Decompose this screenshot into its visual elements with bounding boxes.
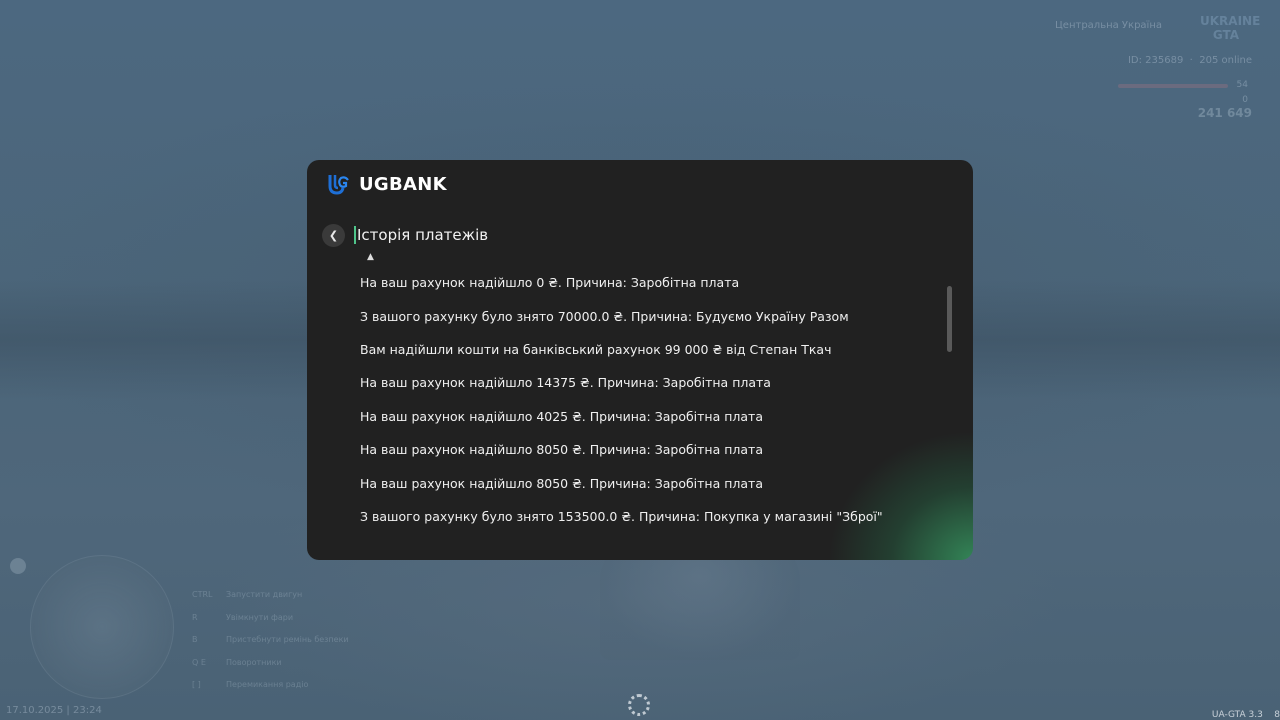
version-text: UA-GTA 3.3 bbox=[1211, 710, 1263, 720]
server-logo: UKRAINE GTA bbox=[1200, 14, 1261, 42]
scrollbar[interactable] bbox=[947, 286, 952, 354]
bank-modal: UGBANK ❮ Історія платежів ▲ На ваш рахун… bbox=[307, 160, 973, 560]
gps-icon bbox=[10, 558, 26, 574]
hint-key: CTRL bbox=[192, 590, 213, 599]
hint-key: [ ] bbox=[192, 680, 201, 689]
history-item: На ваш рахунок надійшло 0 ₴. Причина: За… bbox=[360, 275, 740, 291]
hint-label: Запустити двигун bbox=[226, 590, 303, 599]
history-item: З вашого рахунку було знято 153500.0 ₴. … bbox=[360, 508, 883, 524]
hint-label: Перемикання радіо bbox=[226, 680, 309, 689]
history-item: На ваш рахунок надійшло 4025 ₴. Причина:… bbox=[360, 408, 764, 424]
hud-region: Центральна Україна bbox=[1055, 20, 1162, 31]
hint-label: Увімкнути фари bbox=[226, 612, 294, 622]
online-count: 205 online bbox=[1199, 55, 1252, 66]
hud-stat-2: 0 bbox=[1242, 95, 1248, 105]
hint-label: Поворотники bbox=[226, 657, 282, 667]
history-item: На ваш рахунок надійшло 8050 ₴. Причина:… bbox=[360, 475, 764, 491]
back-button[interactable]: ❮ bbox=[322, 224, 345, 247]
keybind-hint: Q E Поворотники bbox=[192, 658, 349, 681]
hint-key: R bbox=[192, 612, 198, 622]
bank-name: UGBANK bbox=[359, 173, 447, 195]
history-item: На ваш рахунок надійшло 14375 ₴. Причина… bbox=[360, 375, 771, 391]
hud-top-right: Центральна Україна UKRAINE GTA ID: 23568… bbox=[1032, 14, 1261, 124]
keybind-hints: CTRL Запустити двигун R Увімкнути фари B Прис… bbox=[192, 590, 349, 703]
payment-history-list[interactable]: На ваш рахунок надійшло 0 ₴. Причина: За… bbox=[360, 266, 940, 546]
keybind-hint: R Увімкнути фари bbox=[192, 613, 349, 636]
history-item: З вашого рахунку було знято 70000.0 ₴. П… bbox=[360, 308, 849, 324]
page-title: Історія платежів bbox=[354, 226, 488, 244]
mouse-cursor-icon: ▲ bbox=[367, 252, 374, 262]
hint-key: B bbox=[192, 635, 198, 644]
keybind-hint: CTRL Запустити двигун bbox=[192, 590, 349, 613]
minimap bbox=[30, 555, 174, 699]
loading-spinner-icon bbox=[628, 694, 650, 716]
keybind-hint: B Пристебнути ремінь безпеки bbox=[192, 635, 349, 658]
hud-money: 241 649 bbox=[1197, 106, 1252, 120]
health-bar bbox=[1118, 84, 1228, 88]
hint-key: Q E bbox=[192, 657, 206, 667]
scrollbar-thumb[interactable] bbox=[947, 286, 952, 352]
hud-stat-1: 54 bbox=[1236, 80, 1248, 90]
bank-header: UGBANK bbox=[327, 172, 447, 196]
hud-datetime: 17.10.2025 | 23:24 bbox=[6, 705, 102, 716]
ugbank-logo-icon bbox=[327, 172, 351, 196]
version-extra: 8 bbox=[1274, 710, 1280, 720]
history-item: Вам надійшли кошти на банківський рахуно… bbox=[360, 341, 832, 357]
version-label: UA-GTA 3.3 8 bbox=[1212, 710, 1280, 720]
history-item: На ваш рахунок надійшло 8050 ₴. Причина:… bbox=[360, 442, 764, 458]
hud-player-id: ID: 235689 · 205 online bbox=[1127, 55, 1252, 66]
hint-label: Пристебнути ремінь безпеки bbox=[226, 635, 349, 644]
keybind-hint: [ ] Перемикання радіо bbox=[192, 680, 349, 703]
player-id-text: ID: 235689 bbox=[1127, 55, 1184, 66]
chevron-left-icon: ❮ bbox=[328, 229, 339, 242]
